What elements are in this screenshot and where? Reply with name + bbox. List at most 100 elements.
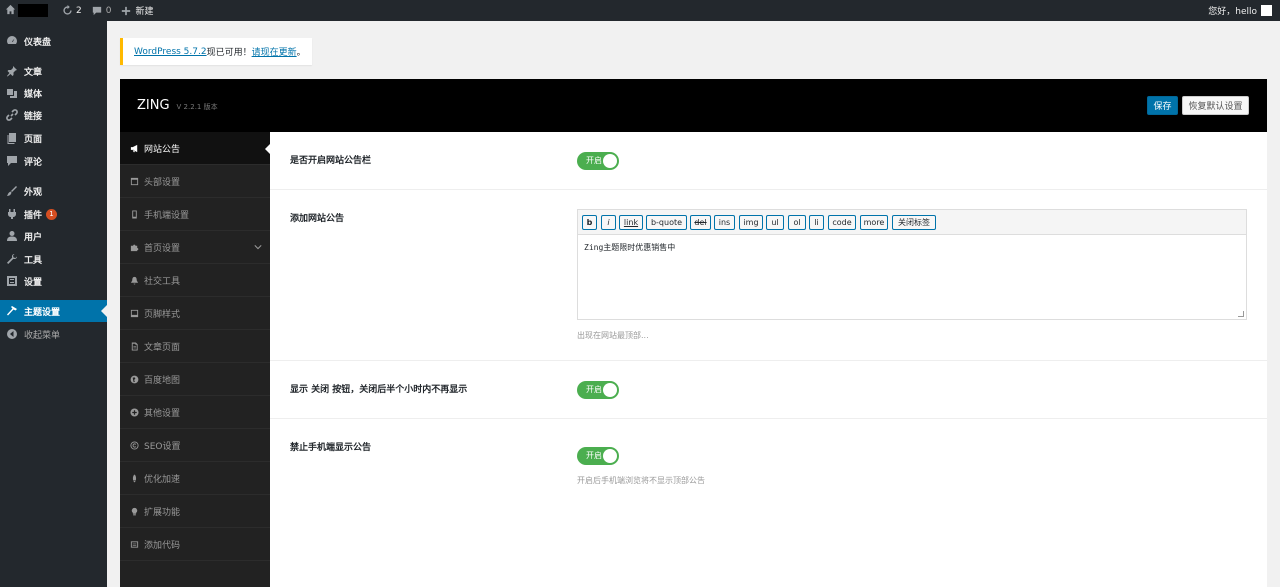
nav-item-header[interactable]: 头部设置 — [120, 165, 270, 198]
qt-li-button[interactable]: li — [809, 215, 824, 230]
nav-label: 页脚样式 — [144, 309, 181, 320]
qt-more-button[interactable]: more — [860, 215, 888, 230]
options-panel-header: ZING V 2.2.1 版本 保存 恢复默认设置 — [120, 79, 1267, 132]
menu-item-plugins[interactable]: 插件 1 — [0, 203, 107, 225]
qt-del-button[interactable]: del — [690, 215, 711, 230]
megaphone-icon — [130, 144, 139, 153]
brush-icon — [6, 185, 18, 197]
nav-item-post-page[interactable]: 文章页面 — [120, 330, 270, 363]
nav-item-baidu-map[interactable]: 百度地图 — [120, 363, 270, 396]
menu-item-comments[interactable]: 评论 — [0, 150, 107, 172]
rocket-icon — [130, 473, 139, 483]
resize-handle[interactable] — [1238, 311, 1244, 317]
qt-ol-button[interactable]: ol — [788, 215, 806, 230]
menu-label: 设置 — [24, 277, 43, 288]
updates-link[interactable]: 2 — [57, 0, 87, 21]
nav-label: 优化加速 — [144, 474, 181, 485]
notice-period: 。 — [296, 48, 306, 58]
menu-label: 仪表盘 — [24, 37, 52, 48]
wrench-icon — [6, 253, 18, 265]
nav-item-mobile[interactable]: 手机端设置 — [120, 198, 270, 231]
menu-label: 文章 — [24, 67, 43, 78]
pushpin-icon — [6, 65, 18, 77]
menu-item-dashboard[interactable]: 仪表盘 — [0, 30, 107, 52]
menu-item-collapse[interactable]: 收起菜单 — [0, 323, 107, 345]
nav-item-other[interactable]: 其他设置 — [120, 396, 270, 429]
nav-label: 网站公告 — [144, 144, 181, 155]
menu-label: 外观 — [24, 187, 43, 198]
menu-item-pages[interactable]: 页面 — [0, 127, 107, 149]
qt-ins-button[interactable]: ins — [714, 215, 735, 230]
greeting-text: 您好，hello — [1208, 7, 1257, 17]
announcement-textarea[interactable]: Zing主题限时优惠销售中 — [577, 234, 1247, 320]
wordpress-version-link[interactable]: WordPress 5.7.2 — [134, 47, 207, 57]
qt-bold-button[interactable]: b — [582, 215, 597, 230]
nav-item-homepage[interactable]: 首页设置 — [120, 231, 270, 264]
reset-defaults-button[interactable]: 恢复默认设置 — [1182, 96, 1249, 115]
header-icon — [130, 177, 139, 186]
nav-item-seo[interactable]: SEO设置 — [120, 429, 270, 462]
menu-item-theme-settings[interactable]: 主题设置 — [0, 300, 107, 322]
comments-link[interactable]: 0 — [87, 0, 117, 21]
qt-img-button[interactable]: img — [739, 215, 763, 230]
field-enable-announcement: 是否开启网站公告栏 开启 — [270, 132, 1267, 190]
save-button[interactable]: 保存 — [1147, 96, 1178, 115]
switch-knob — [603, 154, 617, 168]
menu-item-tools[interactable]: 工具 — [0, 248, 107, 270]
textarea-content: Zing主题限时优惠销售中 — [584, 243, 676, 252]
nav-label: 其他设置 — [144, 408, 181, 419]
nav-item-footer[interactable]: 页脚样式 — [120, 297, 270, 330]
nav-label: 头部设置 — [144, 177, 181, 188]
menu-item-appearance[interactable]: 外观 — [0, 180, 107, 202]
nav-item-extensions[interactable]: 扩展功能 — [120, 495, 270, 528]
page-icon — [6, 132, 18, 144]
qt-italic-button[interactable]: i — [601, 215, 616, 230]
nav-label: 首页设置 — [144, 243, 181, 254]
nav-item-social[interactable]: 社交工具 — [120, 264, 270, 297]
nav-label: SEO设置 — [144, 441, 181, 452]
menu-label: 主题设置 — [24, 307, 61, 318]
switch-label: 开启 — [586, 451, 602, 460]
comment-icon — [6, 155, 18, 167]
copyright-icon — [130, 440, 139, 450]
nav-item-announcement[interactable]: 网站公告 — [120, 132, 270, 165]
field-title: 显示 关闭 按钮，关闭后半个小时内不再显示 — [290, 385, 468, 395]
qt-link-button[interactable]: link — [619, 215, 643, 230]
footer-icon — [130, 309, 139, 318]
my-account[interactable]: 您好，hello — [1208, 4, 1280, 17]
qt-ul-button[interactable]: ul — [766, 215, 784, 230]
admin-bar: 2 0 新建 您好，hello — [0, 0, 1280, 21]
site-home-link[interactable] — [0, 0, 53, 21]
new-label: 新建 — [135, 7, 154, 17]
qt-code-button[interactable]: code — [828, 215, 856, 230]
nav-item-add-code[interactable]: 添加代码 — [120, 528, 270, 561]
update-now-link[interactable]: 请现在更新 — [252, 45, 297, 58]
field-title: 是否开启网站公告栏 — [290, 156, 372, 166]
nav-item-optimize[interactable]: 优化加速 — [120, 462, 270, 495]
qt-blockquote-button[interactable]: b-quote — [646, 215, 687, 230]
menu-label: 插件 — [24, 210, 43, 221]
nav-label: 社交工具 — [144, 276, 181, 287]
nav-label: 手机端设置 — [144, 210, 190, 221]
close-button-toggle[interactable]: 开启 — [577, 381, 619, 399]
switch-label: 开启 — [586, 156, 602, 165]
menu-item-links[interactable]: 链接 — [0, 104, 107, 126]
field-help-text: 开启后手机端浏览将不显示顶部公告 — [577, 476, 705, 485]
chevron-down-icon — [254, 243, 262, 254]
nav-label: 文章页面 — [144, 342, 181, 353]
menu-label: 收起菜单 — [24, 330, 61, 341]
disable-mobile-toggle[interactable]: 开启 — [577, 447, 619, 465]
comment-icon — [92, 6, 102, 16]
menu-item-media[interactable]: 媒体 — [0, 82, 107, 104]
announcement-toggle[interactable]: 开启 — [577, 152, 619, 170]
field-title: 禁止手机端显示公告 — [290, 443, 372, 453]
avatar — [1261, 5, 1272, 16]
updates-count: 2 — [76, 5, 82, 16]
puzzle-icon — [130, 243, 139, 252]
menu-item-settings[interactable]: 设置 — [0, 270, 107, 292]
menu-item-posts[interactable]: 文章 — [0, 60, 107, 82]
menu-label: 链接 — [24, 111, 43, 122]
new-content-link[interactable]: 新建 — [116, 0, 158, 21]
menu-item-users[interactable]: 用户 — [0, 225, 107, 247]
qt-close-tags-button[interactable]: 关闭标签 — [892, 215, 936, 230]
